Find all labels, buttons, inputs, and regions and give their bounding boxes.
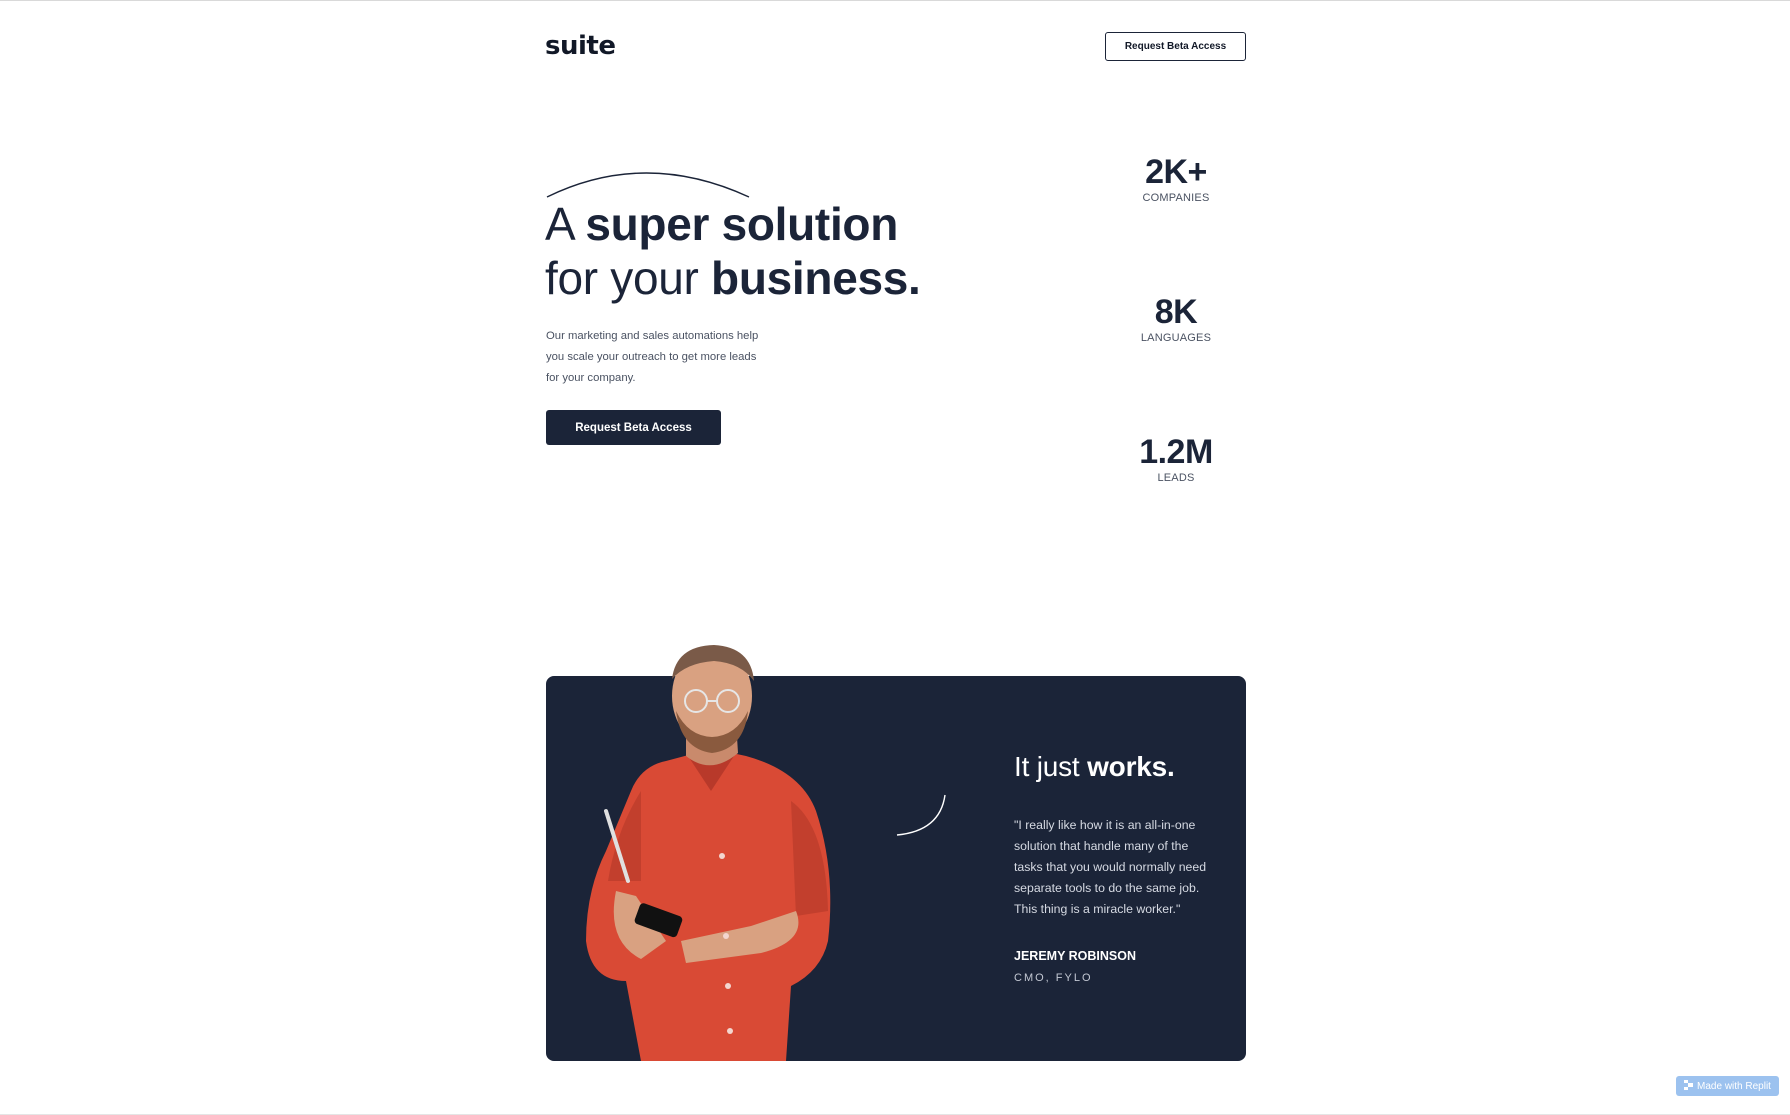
decorative-arc-card — [896, 794, 946, 836]
made-with-replit-badge[interactable]: Made with Replit — [1676, 1076, 1779, 1096]
testimonial-role: CMO, FYLO — [1014, 972, 1093, 984]
testimonial-quote: "I really like how it is an all-in-one s… — [1014, 818, 1207, 916]
stat-label: COMPANIES — [1142, 192, 1210, 204]
header-request-beta-button[interactable]: Request Beta Access — [1105, 32, 1246, 61]
headline-line1-bold: super solution — [585, 198, 899, 250]
replit-icon — [1684, 1079, 1694, 1093]
stat-leads: 1.2M LEADS — [1106, 433, 1246, 484]
stat-value: 8K — [1154, 293, 1198, 331]
stat-languages: 8K LANGUAGES — [1106, 293, 1246, 344]
logo[interactable]: suite — [545, 31, 616, 61]
testimonial-title-bold: works. — [1087, 751, 1175, 782]
stat-value: 1.2M — [1139, 433, 1213, 471]
headline-line1-light: A — [545, 198, 586, 250]
person-photo — [586, 645, 831, 1061]
headline-line2-light: for your — [545, 252, 712, 304]
stat-companies: 2K+ COMPANIES — [1106, 153, 1246, 204]
badge-label: Made with Replit — [1697, 1080, 1771, 1092]
stat-label: LEADS — [1157, 472, 1195, 484]
hero-description: Our marketing and sales automations help… — [546, 330, 759, 384]
stat-label: LANGUAGES — [1140, 332, 1212, 344]
stat-value: 2K+ — [1145, 153, 1207, 191]
testimonial-author: JEREMY ROBINSON — [1014, 949, 1137, 963]
testimonial-title: It just works. — [1014, 751, 1175, 783]
hero-request-beta-button[interactable]: Request Beta Access — [546, 410, 721, 445]
headline-line2-bold: business. — [711, 252, 921, 304]
testimonial-title-light: It just — [1014, 751, 1088, 782]
hero-headline: A super solution for your business. — [545, 197, 921, 305]
